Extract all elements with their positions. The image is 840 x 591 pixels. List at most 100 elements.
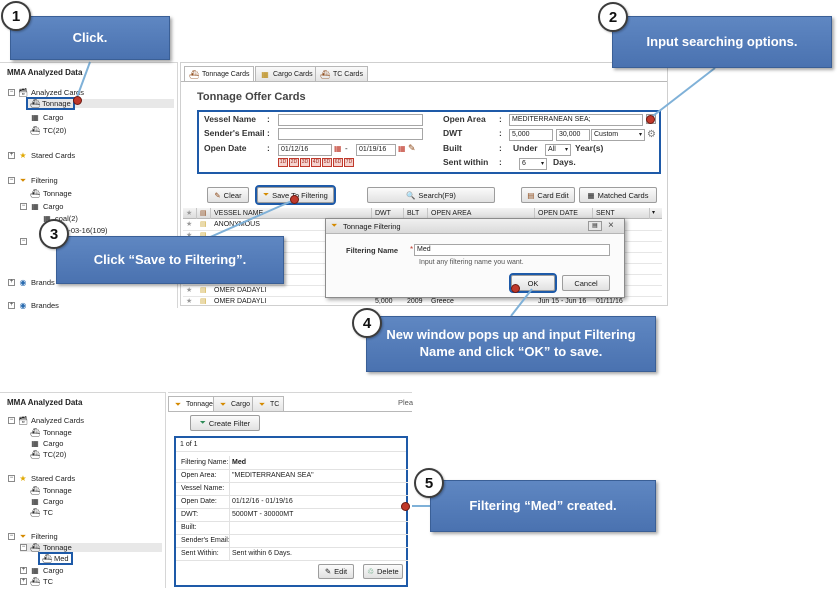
marker-dot [290,195,299,204]
funnel-icon: ⏷ [174,399,182,409]
button-label: Delete [377,567,399,576]
bottom-sidebar: MMA Analyzed Data − 🗃 Analyzed Cards ⛴ T… [0,392,166,588]
tree-label: Analyzed Cards [31,416,84,425]
filter-field-label: Sender's Email: [181,537,230,544]
ship-icon: ⛴ [42,554,53,563]
callout-step5: Filtering “Med” created. [430,480,656,532]
marker-dot [401,502,410,511]
step-number-4: 4 [352,308,382,338]
tree-label: Cargo [43,439,64,448]
tree-stared-cargo[interactable]: ▦ Cargo [30,497,63,506]
funnel-icon: ⏷ [19,532,27,541]
filter-field-value [229,534,232,548]
filter-field-label: Open Area: [181,472,217,479]
step-number-2: 2 [598,2,628,32]
step-number-5: 5 [414,468,444,498]
expand-icon[interactable]: + [20,567,27,574]
collapse-icon[interactable]: − [8,475,15,482]
step-number-1: 1 [1,1,31,31]
ship-icon: ⛴ [30,428,41,437]
tree-item-tonnage[interactable]: ⛴ Tonnage [30,428,72,437]
filter-field-label: Built: [181,524,197,531]
filter-field-label: DWT: [181,511,199,518]
tree-stared-cards[interactable]: − ★ Stared Cards [8,474,75,483]
tree-label: TC(20) [43,450,67,459]
filter-field-row: DWT: 5000MT - 30000MT [176,508,408,522]
ship-icon: ⛴ [30,450,41,459]
marker-dot [73,96,82,105]
filter-field-label: Filtering Name: [181,459,229,466]
filter-card: 1 of 1 Filtering Name: Med Open Area: "MEDI… [174,436,408,587]
tree-label: Tonnage [43,486,72,495]
tree-item-tc[interactable]: ⛴ TC(20) [30,450,66,459]
tree-stared-tonnage[interactable]: ⛴ Tonnage [30,486,72,495]
collapse-icon[interactable]: − [20,544,27,551]
filter-field-value [229,521,232,535]
delete-button[interactable]: ♲ Delete [363,564,403,579]
pager-text: 1 of 1 [176,438,406,452]
tree-label: Cargo [43,497,64,506]
tree-filtering[interactable]: − ⏷ Filtering [8,532,58,541]
filter-field-label: Open Date: [181,498,217,505]
tab-label: TC [270,400,280,408]
tree-label: Cargo [43,566,64,575]
filter-panel: ⏷ Tonnage ⏷ Cargo ⏷ TC Plea ⏷ Create Fil… [168,392,414,588]
filter-field-label: Vessel Name: [181,485,225,492]
create-filter-button[interactable]: ⏷ Create Filter [190,415,260,431]
marker-dot [646,115,655,124]
filter-field-value [229,482,232,496]
collapse-icon[interactable]: − [8,533,15,540]
button-label: Edit [334,567,348,576]
tree-filter-tonnage[interactable]: − ⛴ Tonnage [20,543,162,552]
star-icon: ★ [19,474,27,483]
filter-field-label: Sent Within: [181,550,219,557]
funnel-icon: ⏷ [258,399,266,409]
tree-label: TC [43,577,53,586]
collapse-icon[interactable]: − [8,417,15,424]
tree-label: Tonnage [43,428,72,437]
tree-label: Tonnage [43,543,72,552]
tab-label: Cargo [231,400,251,408]
callout-step3: Click “Save to Filtering”. [56,236,284,284]
callout-step2: Input searching options. [612,16,832,68]
tab-tonnage[interactable]: ⏷ Tonnage [168,396,218,411]
filter-field-row: Vessel Name: [176,482,408,496]
expand-icon[interactable]: + [20,578,27,585]
edit-icon: ✎ [324,567,332,576]
inbox-icon: 🗃 [18,416,29,425]
filter-field-value: Sent within 6 Days. [229,547,292,561]
marker-dot [511,284,520,293]
tree-label: TC [43,508,53,517]
med-selection[interactable]: ⛴ Med [38,552,73,565]
tree-filter-med[interactable]: ⛴ Med [38,552,73,565]
tab-divider [168,411,412,412]
tree-label: Med [54,554,69,563]
tree-item-cargo[interactable]: ▦ Cargo [30,439,63,448]
tree-label: Stared Cards [31,474,76,483]
tree-filter-cargo[interactable]: + ▦ Cargo [20,566,63,575]
filter-field-row: Sent Within: Sent within 6 Days. [176,547,408,561]
delete-icon: ♲ [367,567,375,576]
edit-button[interactable]: ✎ Edit [318,564,354,579]
filter-field-value: 01/12/16 - 01/19/16 [229,495,293,509]
filter-field-value: "MEDITERRANEAN SEA" [229,469,314,483]
tree-filter-tc[interactable]: + ⛴ TC [20,577,53,586]
filter-field-row: Sender's Email: [176,534,408,548]
tree-stared-tc[interactable]: ⛴ TC [30,508,53,517]
filter-field-value: Med [229,456,246,470]
ship-icon: ⛴ [30,486,41,495]
button-label: Create Filter [208,418,251,428]
callout-step1: Click. [10,16,170,60]
filter-field-row: Built: [176,521,408,535]
overflow-text: Plea [398,398,414,407]
tab-tc[interactable]: ⏷ TC [252,396,285,411]
tree-label: Filtering [31,532,58,541]
tab-label: Tonnage [186,400,213,408]
tree-analyzed-cards[interactable]: − 🗃 Analyzed Cards [8,416,84,425]
filter-field-row: Filtering Name: Med [176,456,408,470]
ship-icon: ⛴ [30,543,41,552]
sidebar-title: MMA Analyzed Data [7,398,83,407]
tab-cargo[interactable]: ⏷ Cargo [213,396,256,411]
add-filter-icon: ⏷ [199,418,206,427]
ship-icon: ⛴ [30,577,41,586]
